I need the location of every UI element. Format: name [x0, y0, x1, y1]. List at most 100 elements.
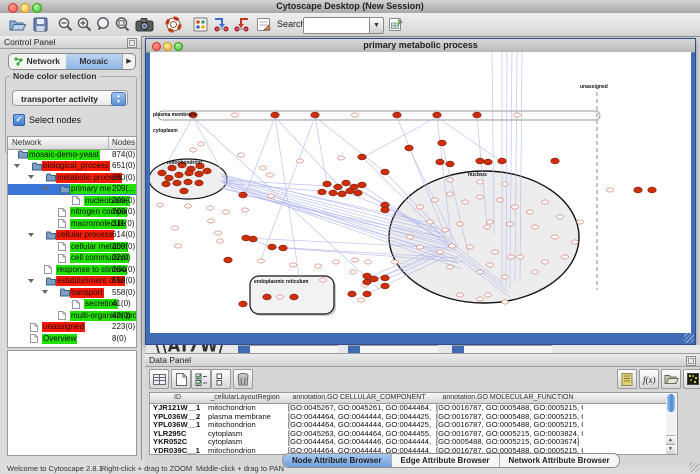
close-view-icon[interactable]: [152, 42, 161, 51]
tree-row[interactable]: establishment of lo558(0): [8, 276, 136, 288]
expand-arrow-icon[interactable]: [28, 279, 34, 283]
tree-row[interactable]: cellular metabol209(0): [8, 241, 136, 253]
tree-row[interactable]: macromolecule311(0): [8, 218, 136, 230]
tree-row[interactable]: unassigned223(0): [8, 322, 136, 334]
select-nodes-checkbox[interactable]: ✓: [13, 114, 25, 126]
table-cell[interactable]: YKR052C: [150, 438, 205, 447]
file-icon: [58, 311, 66, 320]
tab-network[interactable]: Network: [9, 54, 66, 69]
node-color-dropdown[interactable]: transporter activity ▲▼: [12, 90, 128, 106]
table-cell[interactable]: mitochondrion: [205, 447, 285, 455]
expand-arrow-icon[interactable]: [14, 164, 20, 168]
table-cell[interactable]: [GO:0044464, GO:0044446, GO:0044444, G..…: [285, 438, 433, 447]
table-cell[interactable]: plasma membrane: [205, 413, 285, 422]
scroll-down-icon[interactable]: ▼: [666, 444, 675, 454]
tree-row-nodes: 209(0): [111, 207, 136, 217]
tree-row[interactable]: mosaic-demo-yeast874(0): [8, 149, 136, 161]
table-cell[interactable]: [GO:0016787, GO:0005488, GO:0005215, G..…: [433, 413, 583, 422]
search-input[interactable]: [303, 17, 374, 34]
table-cell[interactable]: [GO:0044464, GO:0044444, GO:0044425, G..…: [285, 413, 433, 422]
table-cell[interactable]: mitochondrion: [205, 404, 285, 413]
delete-attribute-icon[interactable]: [233, 369, 253, 389]
tab-overflow-arrow-icon[interactable]: ▶: [122, 54, 135, 69]
attribute-table[interactable]: ID_cellularLayoutRegionannotation.GO CEL…: [149, 392, 668, 455]
layout-blue-icon[interactable]: [211, 15, 231, 34]
svg-text:mitochondrion: mitochondrion: [167, 160, 202, 166]
expand-arrow-icon[interactable]: [28, 233, 34, 237]
tree-row[interactable]: primary metabo209(...: [8, 184, 136, 196]
tree-row[interactable]: response to stimulu264(0): [8, 264, 136, 276]
table-cell[interactable]: [GO:0016787, GO:0005488, GO:0005215, G..…: [433, 404, 583, 413]
tree-row[interactable]: cellular process614(0): [8, 230, 136, 242]
zoom-out-icon[interactable]: [55, 15, 75, 34]
expand-arrow-icon[interactable]: [28, 175, 34, 179]
tab-mosaic[interactable]: Mosaic: [66, 54, 123, 69]
zoom-window-icon[interactable]: [32, 3, 42, 13]
table-cell[interactable]: cytoplasm: [205, 430, 285, 439]
table-cell[interactable]: [GO:0016787, GO:0005215, GO:0003824, G..…: [433, 430, 583, 439]
tree-row[interactable]: cell communicat22(0): [8, 253, 136, 265]
table-cell[interactable]: YDR039C__1: [150, 447, 205, 455]
table-cell[interactable]: [GO:0005488, GO:0005215, GO:0003674]: [433, 438, 583, 447]
birdseye-view[interactable]: [7, 350, 137, 456]
table-cell[interactable]: [GO:0045267, GO:0045261, GO:0044464, G..…: [285, 404, 433, 413]
matrix-view-icon[interactable]: [683, 369, 700, 389]
view-resize-grip-icon[interactable]: [684, 333, 694, 343]
tree-row[interactable]: nucleobase-209(0): [8, 195, 136, 207]
zoom-selected-icon[interactable]: [93, 15, 113, 34]
network-canvas[interactable]: plasma membranecytoplasmmitochondrionnuc…: [150, 52, 691, 333]
window-resize-grip-icon[interactable]: [689, 462, 699, 472]
vizmapper-icon[interactable]: [190, 15, 210, 34]
table-cell[interactable]: [GO:0045263, GO:0044464, GO:0044455, G..…: [285, 430, 433, 439]
tree-row[interactable]: Overview8(0): [8, 333, 136, 345]
tree-row[interactable]: secretion41(0): [8, 299, 136, 311]
table-cell[interactable]: [GO:0016787, GO:0005488, GO:0005215, G..…: [433, 421, 583, 430]
close-window-icon[interactable]: [8, 3, 18, 13]
table-scrollbar[interactable]: ▲ ▼: [666, 392, 678, 455]
save-session-icon[interactable]: [30, 15, 50, 34]
unselect-attributes-icon[interactable]: [211, 369, 231, 389]
tree-row[interactable]: transport558(0): [8, 287, 136, 299]
scrollbar-thumb[interactable]: [667, 394, 675, 412]
network-view-window: primary metabolic process plasma membran…: [145, 38, 696, 345]
layout-red-icon[interactable]: [231, 15, 251, 34]
minimize-view-icon[interactable]: [163, 42, 172, 51]
snapshot-camera-icon[interactable]: [134, 15, 154, 34]
network-window-titlebar[interactable]: primary metabolic process: [146, 39, 695, 53]
select-attributes-icon[interactable]: [191, 369, 211, 389]
table-cell[interactable]: YPL036W__2: [150, 413, 205, 422]
data-panel-float-icon[interactable]: [686, 356, 696, 366]
attribute-editor-icon[interactable]: [617, 369, 637, 389]
table-cell[interactable]: YJR121W__1: [150, 404, 205, 413]
function-builder-icon[interactable]: f(x): [639, 369, 659, 389]
tree-row[interactable]: nitrogen compo209(0): [8, 207, 136, 219]
zoom-view-icon[interactable]: [174, 42, 183, 51]
show-table-icon[interactable]: [149, 369, 169, 389]
tree-row[interactable]: metabolic process280(0): [8, 172, 136, 184]
search-dropdown-icon[interactable]: ▼: [369, 17, 384, 34]
table-column-header[interactable]: _cellularLayoutRegion: [205, 393, 286, 404]
table-cell[interactable]: mitochondrion: [205, 421, 285, 430]
open-session-icon[interactable]: [8, 15, 28, 34]
file-icon: [72, 300, 80, 309]
table-column-header[interactable]: annotation.GO MOLECULAR_FUNCTION: [433, 393, 584, 404]
expand-arrow-icon[interactable]: [42, 187, 48, 191]
control-panel-float-icon[interactable]: [127, 38, 137, 48]
import-network-icon[interactable]: [385, 15, 405, 34]
help-lifesaver-icon[interactable]: [163, 15, 183, 34]
table-cell[interactable]: [GO:0044464, GO:0044444, GO:0044425, G..…: [285, 421, 433, 430]
minimize-window-icon[interactable]: [20, 3, 30, 13]
table-cell[interactable]: cytoplasm: [205, 438, 285, 447]
table-cell[interactable]: YPL036W__1: [150, 421, 205, 430]
table-column-header[interactable]: annotation.GO CELLULAR_COMPONENT: [285, 393, 434, 404]
annotation-icon[interactable]: [253, 15, 273, 34]
tree-row[interactable]: biological_process651(0): [8, 161, 136, 173]
new-attribute-icon[interactable]: [171, 369, 191, 389]
tree-row[interactable]: multi-organism pro42(0): [8, 310, 136, 322]
table-column-header[interactable]: ID: [150, 393, 206, 404]
import-attributes-icon[interactable]: [661, 369, 681, 389]
zoom-in-icon[interactable]: [74, 15, 94, 34]
expand-arrow-icon[interactable]: [42, 290, 48, 294]
table-cell[interactable]: YLR295C: [150, 430, 205, 439]
zoom-fit-icon[interactable]: [112, 15, 132, 34]
